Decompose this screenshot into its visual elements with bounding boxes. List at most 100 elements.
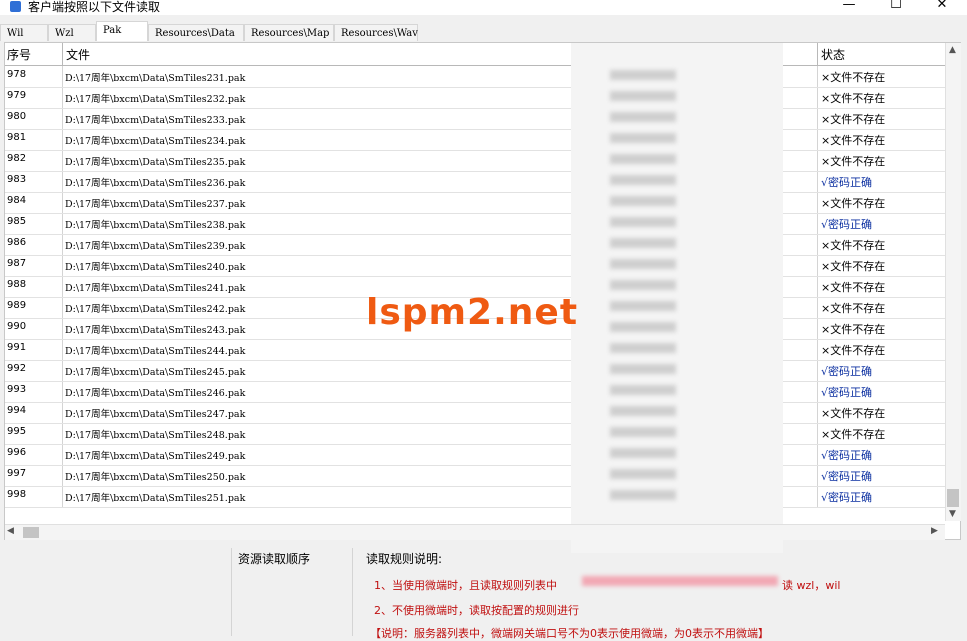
row-index: 996 — [7, 447, 27, 458]
row-file-path: D:\17周年\bxcm\Data\SmTiles245.pak — [65, 367, 246, 378]
row-index: 992 — [7, 363, 27, 374]
table-row[interactable]: 992 D:\17周年\bxcm\Data\SmTiles245.pak √密码正确 — [5, 360, 945, 382]
row-index: 991 — [7, 342, 27, 353]
table-row[interactable]: 993 D:\17周年\bxcm\Data\SmTiles246.pak √密码正确 — [5, 381, 945, 403]
table-row[interactable]: 979 D:\17周年\bxcm\Data\SmTiles232.pak ×文件不存… — [5, 87, 945, 109]
table-row[interactable]: 983 D:\17周年\bxcm\Data\SmTiles236.pak √密码正确 — [5, 171, 945, 193]
row-status: ×文件不存在 — [821, 260, 886, 273]
table-row[interactable]: 995 D:\17周年\bxcm\Data\SmTiles248.pak ×文件不存… — [5, 423, 945, 445]
column-header-status[interactable]: 状态 — [821, 46, 845, 63]
redacted-cell — [610, 406, 676, 416]
row-index: 989 — [7, 300, 27, 311]
table-row[interactable]: 987 D:\17周年\bxcm\Data\SmTiles240.pak ×文件不存… — [5, 255, 945, 277]
row-status: ×文件不存在 — [821, 92, 886, 105]
row-index: 980 — [7, 111, 27, 122]
row-file-path: D:\17周年\bxcm\Data\SmTiles240.pak — [65, 262, 246, 273]
scroll-left-arrow-icon[interactable]: ◀ — [7, 526, 14, 536]
column-header-index[interactable]: 序号 — [7, 46, 31, 63]
rule-line-1-tail: 读 wzl，wil — [782, 579, 841, 592]
row-index: 985 — [7, 216, 27, 227]
table-row[interactable]: 981 D:\17周年\bxcm\Data\SmTiles234.pak ×文件不存… — [5, 129, 945, 151]
row-index: 997 — [7, 468, 27, 479]
rule-line-1: 1、当使用微端时，且读取规则列表中 — [374, 579, 557, 592]
redacted-cell — [610, 217, 676, 227]
app-icon — [10, 1, 21, 12]
redacted-cell — [610, 196, 676, 206]
row-status: √密码正确 — [821, 386, 873, 399]
row-index: 982 — [7, 153, 27, 164]
row-index: 987 — [7, 258, 27, 269]
row-index: 990 — [7, 321, 27, 332]
row-status: ×文件不存在 — [821, 302, 886, 315]
row-status: ×文件不存在 — [821, 281, 886, 294]
row-index: 978 — [7, 69, 27, 80]
tab-resources-data[interactable]: Resources\Data — [148, 24, 244, 41]
column-divider[interactable] — [62, 43, 63, 65]
row-file-path: D:\17周年\bxcm\Data\SmTiles243.pak — [65, 325, 246, 336]
redacted-cell — [610, 427, 676, 437]
tab-wzl[interactable]: Wzl — [48, 24, 96, 41]
row-index: 986 — [7, 237, 27, 248]
table-row[interactable]: 986 D:\17周年\bxcm\Data\SmTiles239.pak ×文件不存… — [5, 234, 945, 256]
rule-line-2: 2、不使用微端时，读取按配置的规则进行 — [374, 604, 579, 617]
vertical-scrollbar[interactable]: ▲ ▼ — [945, 43, 961, 521]
row-file-path: D:\17周年\bxcm\Data\SmTiles233.pak — [65, 115, 246, 126]
minimize-button[interactable]: — — [829, 0, 869, 14]
horizontal-scroll-thumb[interactable] — [23, 527, 39, 538]
row-status: √密码正确 — [821, 470, 873, 483]
row-file-path: D:\17周年\bxcm\Data\SmTiles250.pak — [65, 472, 246, 483]
redacted-cell — [610, 112, 676, 122]
scroll-down-arrow-icon[interactable]: ▼ — [949, 509, 956, 519]
row-index: 979 — [7, 90, 27, 101]
window-title: 客户端按照以下文件读取 — [28, 0, 161, 14]
row-index: 994 — [7, 405, 27, 416]
table-row[interactable]: 996 D:\17周年\bxcm\Data\SmTiles249.pak √密码正确 — [5, 444, 945, 466]
row-status: √密码正确 — [821, 176, 873, 189]
row-file-path: D:\17周年\bxcm\Data\SmTiles231.pak — [65, 73, 246, 84]
close-button[interactable]: ✕ — [922, 0, 962, 14]
row-status: ×文件不存在 — [821, 134, 886, 147]
table-row[interactable]: 994 D:\17周年\bxcm\Data\SmTiles247.pak ×文件不存… — [5, 402, 945, 424]
table-row[interactable]: 998 D:\17周年\bxcm\Data\SmTiles251.pak √密码正确 — [5, 486, 945, 508]
row-file-path: D:\17周年\bxcm\Data\SmTiles249.pak — [65, 451, 246, 462]
table-header: 序号 文件 状态 — [5, 43, 945, 66]
row-file-path: D:\17周年\bxcm\Data\SmTiles238.pak — [65, 220, 246, 231]
maximize-button[interactable]: ☐ — [876, 0, 916, 14]
table-row[interactable]: 985 D:\17周年\bxcm\Data\SmTiles238.pak √密码正确 — [5, 213, 945, 235]
redacted-cell — [610, 259, 676, 269]
redacted-cell — [610, 364, 676, 374]
row-file-path: D:\17周年\bxcm\Data\SmTiles251.pak — [65, 493, 246, 504]
redacted-rule-text — [582, 576, 778, 586]
redacted-cell — [610, 469, 676, 479]
row-file-path: D:\17周年\bxcm\Data\SmTiles248.pak — [65, 430, 246, 441]
row-status: ×文件不存在 — [821, 239, 886, 252]
row-status: ×文件不存在 — [821, 428, 886, 441]
table-row[interactable]: 982 D:\17周年\bxcm\Data\SmTiles235.pak ×文件不存… — [5, 150, 945, 172]
row-status: √密码正确 — [821, 218, 873, 231]
tab-wil[interactable]: Wil — [0, 24, 48, 41]
column-header-file[interactable]: 文件 — [66, 46, 90, 63]
redacted-column — [571, 43, 783, 553]
tab-resources-wav[interactable]: Resources\Wav — [334, 24, 418, 41]
tab-pak[interactable]: Pak — [96, 21, 148, 41]
table-row[interactable]: 984 D:\17周年\bxcm\Data\SmTiles237.pak ×文件不存… — [5, 192, 945, 214]
scroll-up-arrow-icon[interactable]: ▲ — [949, 45, 956, 55]
table-row[interactable]: 991 D:\17周年\bxcm\Data\SmTiles244.pak ×文件不存… — [5, 339, 945, 361]
row-index: 983 — [7, 174, 27, 185]
row-file-path: D:\17周年\bxcm\Data\SmTiles247.pak — [65, 409, 246, 420]
redacted-cell — [610, 280, 676, 290]
redacted-cell — [610, 154, 676, 164]
table-row[interactable]: 978 D:\17周年\bxcm\Data\SmTiles231.pak ×文件不存… — [5, 66, 945, 88]
row-file-path: D:\17周年\bxcm\Data\SmTiles246.pak — [65, 388, 246, 399]
table-row[interactable]: 980 D:\17周年\bxcm\Data\SmTiles233.pak ×文件不存… — [5, 108, 945, 130]
table-row[interactable]: 997 D:\17周年\bxcm\Data\SmTiles250.pak √密码正确 — [5, 465, 945, 487]
scroll-right-arrow-icon[interactable]: ▶ — [931, 526, 938, 536]
rule-note: 【说明：服务器列表中，微端网关端口号不为0表示使用微端，为0表示不用微端】 — [370, 627, 769, 640]
tab-resources-map[interactable]: Resources\Map — [244, 24, 334, 41]
column-divider[interactable] — [817, 43, 818, 65]
redacted-cell — [610, 301, 676, 311]
row-status: ×文件不存在 — [821, 197, 886, 210]
row-index: 988 — [7, 279, 27, 290]
horizontal-scrollbar[interactable]: ◀ ▶ — [5, 524, 945, 540]
vertical-scroll-thumb[interactable] — [947, 489, 959, 507]
